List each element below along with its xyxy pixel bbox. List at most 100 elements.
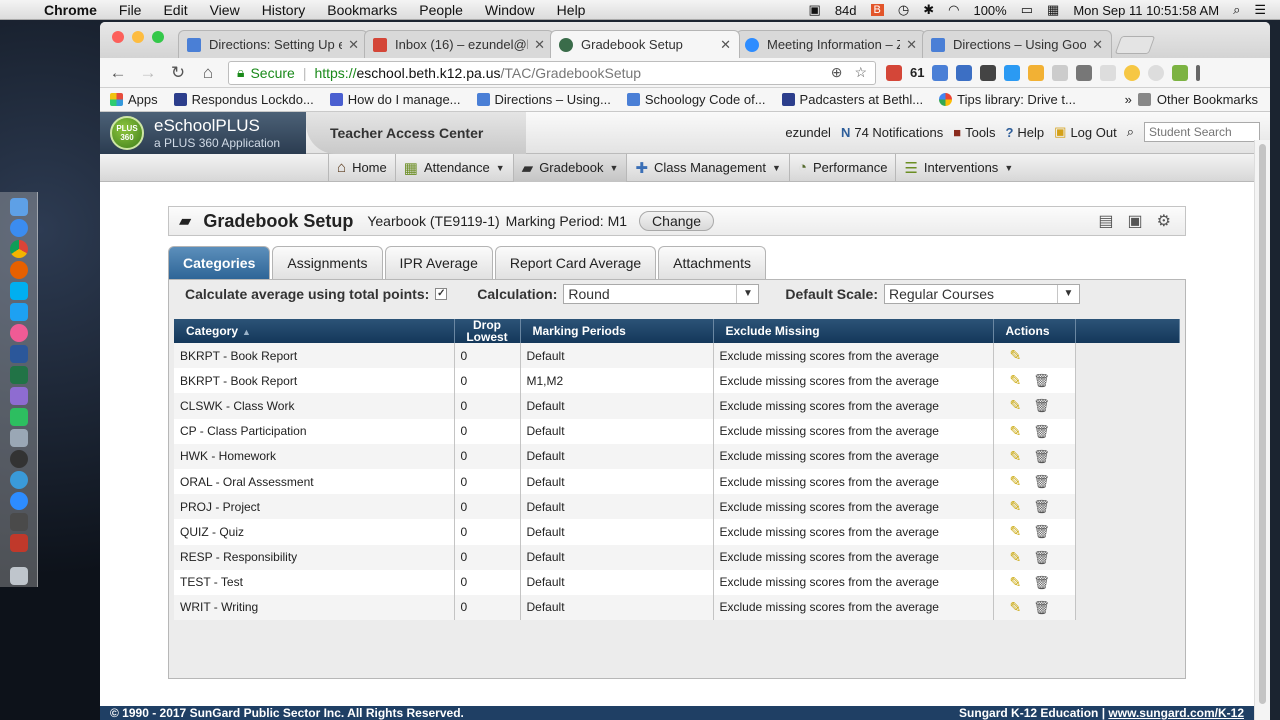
notification-center-icon[interactable]: ☰ [1254,2,1266,18]
word-icon[interactable] [9,345,28,363]
bullet-icon[interactable]: B [870,4,884,16]
brand-logo-block[interactable]: PLUS 360 eSchoolPLUS a PLUS 360 Applicat… [100,112,306,154]
zoom-lens-icon[interactable]: ⊕ [831,64,843,81]
safari-icon[interactable] [9,219,28,237]
screenshot-ext-icon[interactable] [1076,64,1093,81]
edit-pencil-icon[interactable]: ✎ [1010,372,1022,388]
bookmark-apps[interactable]: Apps [110,92,158,107]
delete-trash-icon[interactable]: 🗑︎ [1033,524,1050,539]
calc-total-points-checkbox[interactable]: ✓ [435,288,448,300]
calculation-select[interactable]: Round ▼ [563,284,760,304]
skype-icon[interactable] [9,282,28,300]
minimize-window-button[interactable] [132,31,144,43]
menu-view[interactable]: View [210,2,240,18]
tools-link[interactable]: ■ Tools [953,125,995,140]
plant-ext-icon[interactable] [1172,64,1189,81]
bitmoji-ext-icon[interactable] [1028,64,1045,81]
forward-icon[interactable]: → [138,63,158,83]
edit-pencil-icon[interactable]: ✎ [1010,423,1022,439]
chevron-right-icon[interactable]: » [1125,92,1132,107]
delete-trash-icon[interactable]: 🗑︎ [1033,575,1050,590]
calendar-ext-icon[interactable] [886,64,902,81]
edit-pencil-icon[interactable]: ✎ [1010,523,1022,539]
browser-tab-directions-setting-up[interactable]: Directions: Setting Up e ✕ [178,30,368,58]
tab-ipr-average[interactable]: IPR Average [384,246,493,279]
camera-icon[interactable] [9,450,28,468]
delete-trash-icon[interactable]: 🗑︎ [1033,499,1050,514]
default-scale-select[interactable]: Regular Courses ▼ [884,284,1080,304]
column-header-exclude-missing[interactable]: Exclude Missing [713,319,994,343]
add-column-icon[interactable]: ▣ [1128,211,1143,231]
edit-pencil-icon[interactable]: ✎ [1010,347,1022,363]
reload-icon[interactable]: ↻ [168,63,188,83]
timemachine-icon[interactable]: ◷ [898,2,909,18]
close-tab-icon[interactable]: ✕ [906,37,917,53]
gear-icon[interactable]: ⚙ [1157,211,1171,231]
bookmark-directions-using[interactable]: Directions – Using... [476,92,611,107]
edit-pencil-icon[interactable]: ✎ [1010,498,1022,514]
menu-file[interactable]: File [119,2,142,18]
back-icon[interactable]: ← [108,63,128,83]
bookmark-schoology[interactable]: Schoology Code of... [626,92,766,107]
firefox-icon[interactable] [9,261,28,279]
edit-pencil-icon[interactable]: ✎ [1010,473,1022,489]
spotlight-search-icon[interactable]: ⌕ [1233,2,1240,18]
w-ext-icon[interactable] [1100,64,1117,81]
help-link[interactable]: ? Help [1005,125,1044,140]
nav-home[interactable]: ⌂ Home [328,153,395,182]
menu-people[interactable]: People [419,2,463,18]
new-tab-button[interactable] [1114,36,1156,54]
delete-trash-icon[interactable]: 🗑︎ [1033,398,1050,413]
globe-icon[interactable] [9,471,28,489]
bookmark-star-icon[interactable]: ☆ [854,64,867,81]
close-tab-icon[interactable]: ✕ [720,37,731,53]
itunes-icon[interactable] [9,324,28,342]
browser-tab-gradebook-setup[interactable]: Gradebook Setup ✕ [550,30,740,58]
tab-attachments[interactable]: Attachments [658,246,766,279]
excel-icon[interactable] [9,366,28,384]
menu-edit[interactable]: Edit [163,2,187,18]
bluetooth-icon[interactable]: ✱ [923,2,934,18]
browser-tab-inbox[interactable]: Inbox (16) – ezundel@b ✕ [364,30,554,58]
close-tab-icon[interactable]: ✕ [1092,37,1103,53]
tab-categories[interactable]: Categories [168,246,271,279]
bookmark-respondus[interactable]: Respondus Lockdo... [173,92,314,107]
preview-icon[interactable] [9,429,28,447]
photo-booth-icon[interactable] [9,534,28,552]
search-icon[interactable]: ⌕ [1127,124,1134,140]
column-header-category[interactable]: Category ▲ [174,319,455,343]
footer-link[interactable]: www.sungard.com/K-12 [1108,706,1244,720]
edit-pencil-icon[interactable]: ✎ [1010,549,1022,565]
edit-pencil-icon[interactable]: ✎ [1010,574,1022,590]
address-bar[interactable]: 🔒︎ Secure | https:// eschool.beth.k12.pa… [228,60,876,85]
document-icon[interactable]: ▤ [1098,211,1113,231]
nav-attendance[interactable]: ▦ Attendance ▼ [394,153,513,182]
menu-window[interactable]: Window [485,2,535,18]
change-button[interactable]: Change [639,211,715,231]
battery-icon[interactable]: ▭ [1021,2,1033,18]
nav-performance[interactable]: ◔ Performance [788,153,895,182]
twitter-icon[interactable] [9,303,28,321]
menu-app-name[interactable]: Chrome [44,2,97,18]
notifications-link[interactable]: N 74 Notifications [841,125,943,140]
bookmark-tips-library[interactable]: Tips library: Drive t... [939,92,1076,107]
delete-trash-icon[interactable]: 🗑︎ [1033,550,1050,565]
zoom-window-button[interactable] [152,31,164,43]
close-tab-icon[interactable]: ✕ [534,37,545,53]
trash-dock-icon[interactable] [9,567,28,585]
qoom-ext-icon[interactable] [932,64,949,81]
delete-trash-icon[interactable]: 🗑︎ [1033,449,1050,464]
delete-trash-icon[interactable]: 🗑︎ [1033,600,1050,615]
browser-tab-meeting-information[interactable]: Meeting Information – Z ✕ [736,30,926,58]
bookmark-padcasters[interactable]: Padcasters at Bethl... [781,92,923,107]
logout-link[interactable]: ▣ Log Out [1054,124,1117,140]
wifi-icon[interactable]: ◠ [948,2,959,18]
clapper-icon[interactable] [9,513,28,531]
calendar-icon[interactable]: ▦ [1047,2,1059,18]
screen-record-icon[interactable]: ▣ [809,2,821,18]
film-ext-icon[interactable] [980,64,997,81]
delete-trash-icon[interactable]: 🗑︎ [1033,373,1050,388]
close-window-button[interactable] [112,31,124,43]
finder-icon[interactable] [9,198,28,216]
zoom-icon[interactable] [9,492,28,510]
